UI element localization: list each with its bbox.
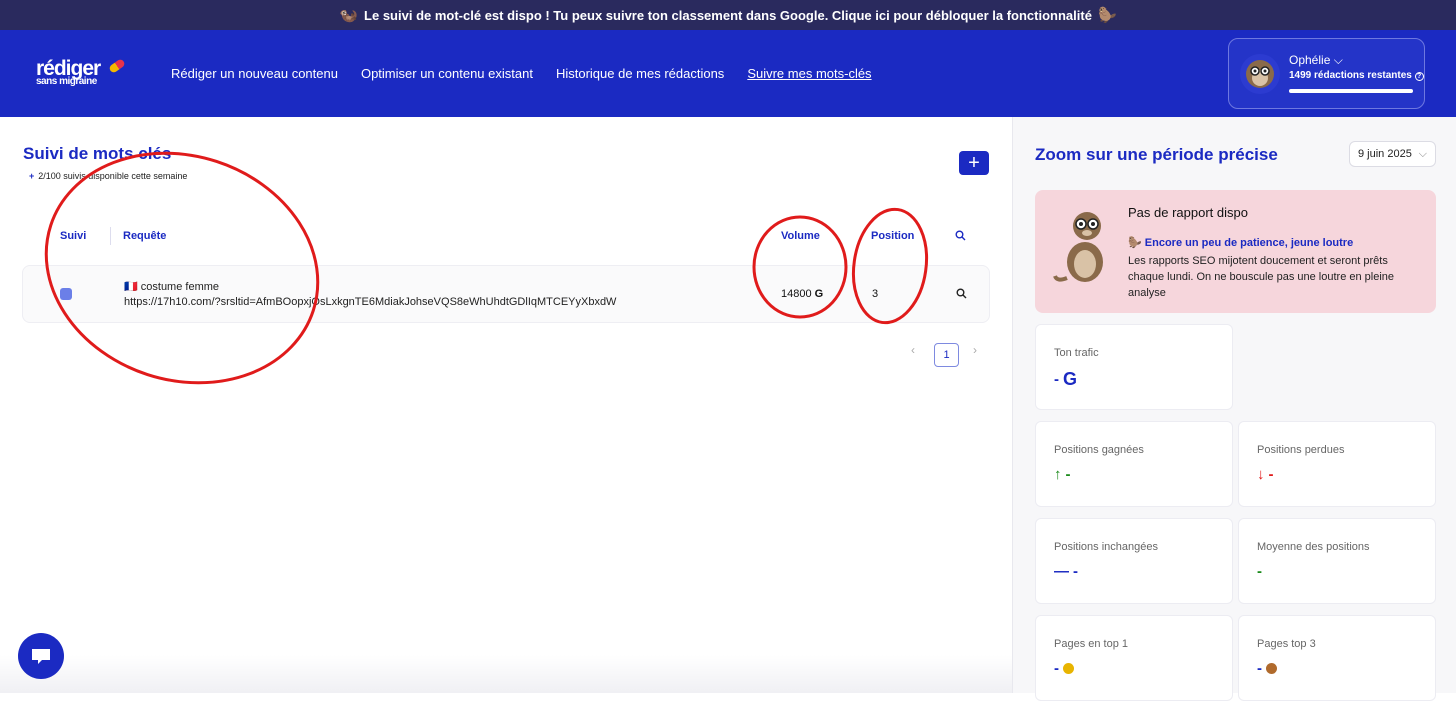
credits-progress-bar: [1289, 89, 1413, 93]
nav-link-keywords[interactable]: Suivre mes mots-clés: [747, 66, 871, 81]
card-gained-label: Positions gagnées: [1054, 444, 1144, 456]
pill-icon: [108, 58, 126, 74]
card-gained-value-text: -: [1065, 466, 1071, 483]
page-title: Suivi de mots clés: [23, 144, 172, 163]
google-icon: G: [814, 288, 824, 300]
user-menu[interactable]: Ophélie ⌵ 1499 rédactions restantes ?: [1228, 38, 1425, 109]
no-report-alert: Pas de rapport dispo 🦫 Encore un peu de …: [1035, 190, 1436, 313]
card-top1: Pages en top 1 -: [1035, 615, 1233, 701]
add-keyword-button[interactable]: +: [959, 151, 989, 175]
card-lost-value: ↓ -: [1257, 466, 1274, 483]
card-lost-label: Positions perdues: [1257, 444, 1345, 456]
card-top1-label: Pages en top 1: [1054, 638, 1129, 650]
header-divider: [110, 227, 111, 245]
quota-text: 2/100 suivis disponible cette semaine: [38, 171, 188, 181]
header-suivi[interactable]: Suivi: [60, 230, 86, 242]
date-select[interactable]: 9 juin 2025 ⌵: [1349, 141, 1436, 167]
position-cell: 3: [872, 288, 879, 300]
nav-link-history[interactable]: Historique de mes rédactions: [556, 66, 724, 81]
keyword-cell: 🇫🇷 costume femme: [124, 280, 219, 293]
card-traffic-label: Ton trafic: [1054, 347, 1099, 359]
plus-icon: +: [29, 171, 35, 181]
flag-fr-icon: 🇫🇷: [124, 281, 138, 293]
announcement-text[interactable]: Le suivi de mot-clé est dispo ! Tu peux …: [364, 8, 1092, 23]
otter-illustration-icon: [1053, 212, 1103, 282]
alert-body: Les rapports SEO mijotent doucement et s…: [1128, 255, 1395, 299]
zoom-title: Zoom sur une période précise: [1035, 145, 1278, 164]
chevron-down-icon: ⌵: [1333, 53, 1343, 67]
chat-bubble-icon: [32, 649, 50, 664]
announcement-bar[interactable]: 🦦 Le suivi de mot-clé est dispo ! Tu peu…: [0, 0, 1456, 30]
remaining-credits: 1499 rédactions restantes ?: [1289, 70, 1424, 81]
card-top3: Pages top 3 -: [1238, 615, 1436, 701]
card-average-value: -: [1257, 563, 1262, 580]
otter-emoji-icon: 🦫: [1128, 237, 1142, 249]
bronze-medal-icon: [1266, 663, 1277, 674]
alert-title: Pas de rapport dispo: [1128, 205, 1248, 220]
pagination-prev[interactable]: ‹: [911, 343, 915, 357]
keyword-url[interactable]: https://17h10.com/?srsltid=AfmBOopxjOsLx…: [124, 296, 616, 308]
nav-links: Rédiger un nouveau contenu Optimiser un …: [171, 66, 872, 81]
nav-link-new-content[interactable]: Rédiger un nouveau contenu: [171, 66, 338, 81]
card-positions-unchanged: Positions inchangées — -: [1035, 518, 1233, 604]
period-zoom-panel: Zoom sur une période précise 9 juin 2025…: [1013, 117, 1456, 701]
keyword-text: costume femme: [140, 281, 220, 293]
otter-avatar-icon: [1246, 60, 1274, 88]
logo-line2: sans migraine: [36, 76, 97, 87]
date-value: 9 juin 2025: [1358, 148, 1412, 160]
chat-button[interactable]: [18, 633, 64, 679]
arrow-down-icon: ↓: [1257, 466, 1265, 483]
avatar: [1240, 54, 1280, 94]
dash-line-icon: —: [1054, 563, 1069, 580]
alert-subtitle-text: Encore un peu de patience, jeune loutre: [1144, 237, 1354, 249]
card-average-position: Moyenne des positions -: [1238, 518, 1436, 604]
header-requete[interactable]: Requête: [123, 230, 166, 242]
quota-info: +2/100 suivis disponible cette semaine: [29, 171, 187, 181]
bottom-fade: [0, 655, 1012, 693]
volume-value: 14800: [781, 288, 812, 300]
google-icon: G: [1063, 369, 1078, 389]
card-average-label: Moyenne des positions: [1257, 541, 1370, 553]
card-traffic-value: - G: [1054, 369, 1077, 390]
card-unchanged-value: — -: [1054, 563, 1078, 580]
pagination-page-1[interactable]: 1: [934, 343, 959, 367]
card-top3-label: Pages top 3: [1257, 638, 1316, 650]
top-navbar: rédiger sans migraine Rédiger un nouveau…: [0, 30, 1456, 117]
keyword-tracking-panel: Suivi de mots clés +2/100 suivis disponi…: [0, 117, 1012, 693]
arrow-up-icon: ↑: [1054, 466, 1062, 483]
user-name-text: Ophélie: [1289, 53, 1331, 67]
nav-link-optimize[interactable]: Optimiser un contenu existant: [361, 66, 533, 81]
info-icon[interactable]: ?: [1414, 72, 1424, 81]
card-top1-value: -: [1054, 660, 1074, 677]
alert-subtitle: 🦫 Encore un peu de patience, jeune loutr…: [1128, 236, 1353, 249]
card-traffic-value-text: -: [1054, 371, 1059, 388]
card-positions-lost: Positions perdues ↓ -: [1238, 421, 1436, 507]
party-emoji-icon: 🦫: [1097, 7, 1117, 24]
brand-logo[interactable]: rédiger sans migraine: [36, 58, 126, 87]
card-traffic: Ton trafic - G: [1035, 324, 1233, 410]
chevron-down-icon: ⌵: [1418, 147, 1427, 160]
header-position[interactable]: Position: [871, 230, 914, 242]
remaining-credits-text: 1499 rédactions restantes: [1289, 70, 1412, 81]
volume-cell: 14800 G: [781, 288, 823, 300]
card-top1-value-text: -: [1054, 660, 1059, 677]
pagination-next[interactable]: ›: [973, 343, 977, 357]
card-unchanged-label: Positions inchangées: [1054, 541, 1158, 553]
gold-medal-icon: [1063, 663, 1074, 674]
card-lost-value-text: -: [1268, 466, 1274, 483]
card-positions-gained: Positions gagnées ↑ -: [1035, 421, 1233, 507]
user-name[interactable]: Ophélie ⌵: [1289, 53, 1343, 68]
card-top3-value-text: -: [1257, 660, 1262, 677]
otter-emoji-icon: 🦦: [339, 7, 359, 24]
header-volume[interactable]: Volume: [781, 230, 820, 242]
card-top3-value: -: [1257, 660, 1277, 677]
card-unchanged-value-text: -: [1073, 563, 1078, 580]
table-row[interactable]: 🇫🇷 costume femme https://17h10.com/?srsl…: [22, 265, 990, 323]
tracking-checkbox[interactable]: [60, 288, 72, 300]
card-gained-value: ↑ -: [1054, 466, 1071, 483]
header-search-icon[interactable]: [955, 230, 966, 244]
row-search-icon[interactable]: [956, 288, 967, 302]
